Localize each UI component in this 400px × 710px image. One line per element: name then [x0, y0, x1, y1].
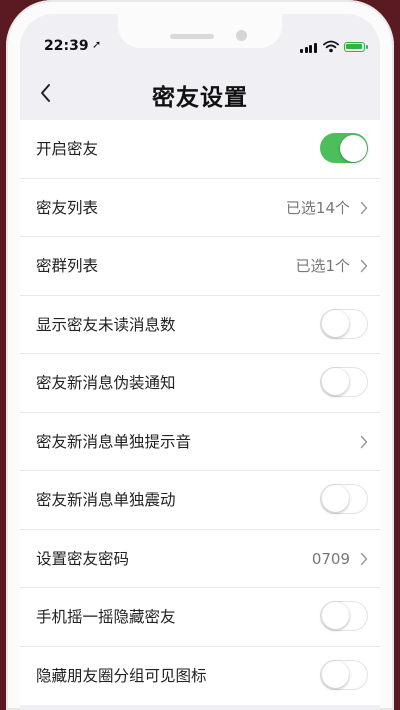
settings-row[interactable]: 设置密友密码 0709	[20, 530, 380, 588]
toggle-knob	[322, 368, 349, 395]
status-time: 22:39	[44, 38, 89, 54]
location-arrow-icon: ➚	[92, 38, 102, 51]
front-camera	[236, 30, 247, 41]
toggle-knob	[322, 309, 349, 337]
battery-charging-icon	[344, 42, 368, 52]
settings-row-label: 密友新消息单独提示音	[36, 432, 192, 451]
toggle-switch[interactable]	[320, 484, 368, 514]
chevron-right-icon	[360, 201, 368, 214]
settings-row[interactable]: 密群列表 已选1个	[20, 237, 380, 296]
phone-frame: 22:39 ➚ 密友设置 开启密友 密友列表 已选14个 密群列表 已选1个 显…	[6, 0, 394, 710]
settings-row-label: 隐藏朋友圈分组可见图标	[36, 666, 207, 685]
device-notch	[118, 14, 282, 48]
settings-row-value: 0709	[311, 549, 350, 568]
settings-row-value: 已选1个	[295, 257, 350, 275]
settings-row[interactable]: 密友列表 已选14个	[20, 179, 380, 237]
toggle-switch[interactable]	[320, 601, 368, 631]
settings-row-label: 手机摇一摇隐藏密友	[36, 608, 176, 626]
toggle-switch[interactable]	[320, 133, 368, 163]
settings-row[interactable]: 显示密友未读消息数	[20, 296, 380, 354]
settings-row-label: 开启密友	[36, 140, 99, 158]
settings-row[interactable]: 隐藏朋友圈分组可见图标	[20, 647, 380, 706]
settings-row[interactable]: 密友新消息单独震动	[20, 471, 380, 530]
chevron-right-icon	[360, 259, 368, 273]
navigation-bar: 密友设置	[20, 66, 380, 120]
settings-row-label: 密友新消息伪装通知	[36, 374, 176, 392]
settings-row-label: 密友列表	[36, 198, 99, 217]
settings-row-label: 显示密友未读消息数	[36, 315, 176, 334]
chevron-right-icon	[360, 435, 368, 448]
settings-row[interactable]: 密友新消息伪装通知	[20, 354, 380, 413]
wifi-icon	[323, 40, 339, 53]
settings-row-value: 已选14个	[285, 198, 350, 217]
toggle-knob	[322, 485, 349, 512]
speaker-grille	[170, 34, 214, 39]
toggle-switch[interactable]	[320, 367, 368, 397]
toggle-switch[interactable]	[320, 659, 368, 690]
settings-row-label: 密友新消息单独震动	[36, 491, 176, 509]
cellular-signal-icon	[300, 43, 318, 53]
settings-row[interactable]: 手机摇一摇隐藏密友	[20, 588, 380, 647]
toggle-knob	[339, 134, 367, 162]
settings-row[interactable]: 密友新消息单独提示音	[20, 413, 380, 471]
toggle-switch[interactable]	[320, 308, 368, 339]
chevron-right-icon	[360, 552, 368, 565]
screen: 22:39 ➚ 密友设置 开启密友 密友列表 已选14个 密群列表 已选1个 显…	[20, 14, 380, 710]
toggle-knob	[322, 660, 349, 688]
settings-list: 开启密友 密友列表 已选14个 密群列表 已选1个 显示密友未读消息数 密友新消息伪装通知密…	[20, 120, 380, 705]
settings-row[interactable]: 开启密友	[20, 120, 380, 179]
page-title: 密友设置	[152, 85, 248, 111]
toggle-knob	[322, 602, 349, 629]
settings-row-label: 密群列表	[36, 257, 99, 275]
settings-row-label: 设置密友密码	[36, 549, 130, 568]
